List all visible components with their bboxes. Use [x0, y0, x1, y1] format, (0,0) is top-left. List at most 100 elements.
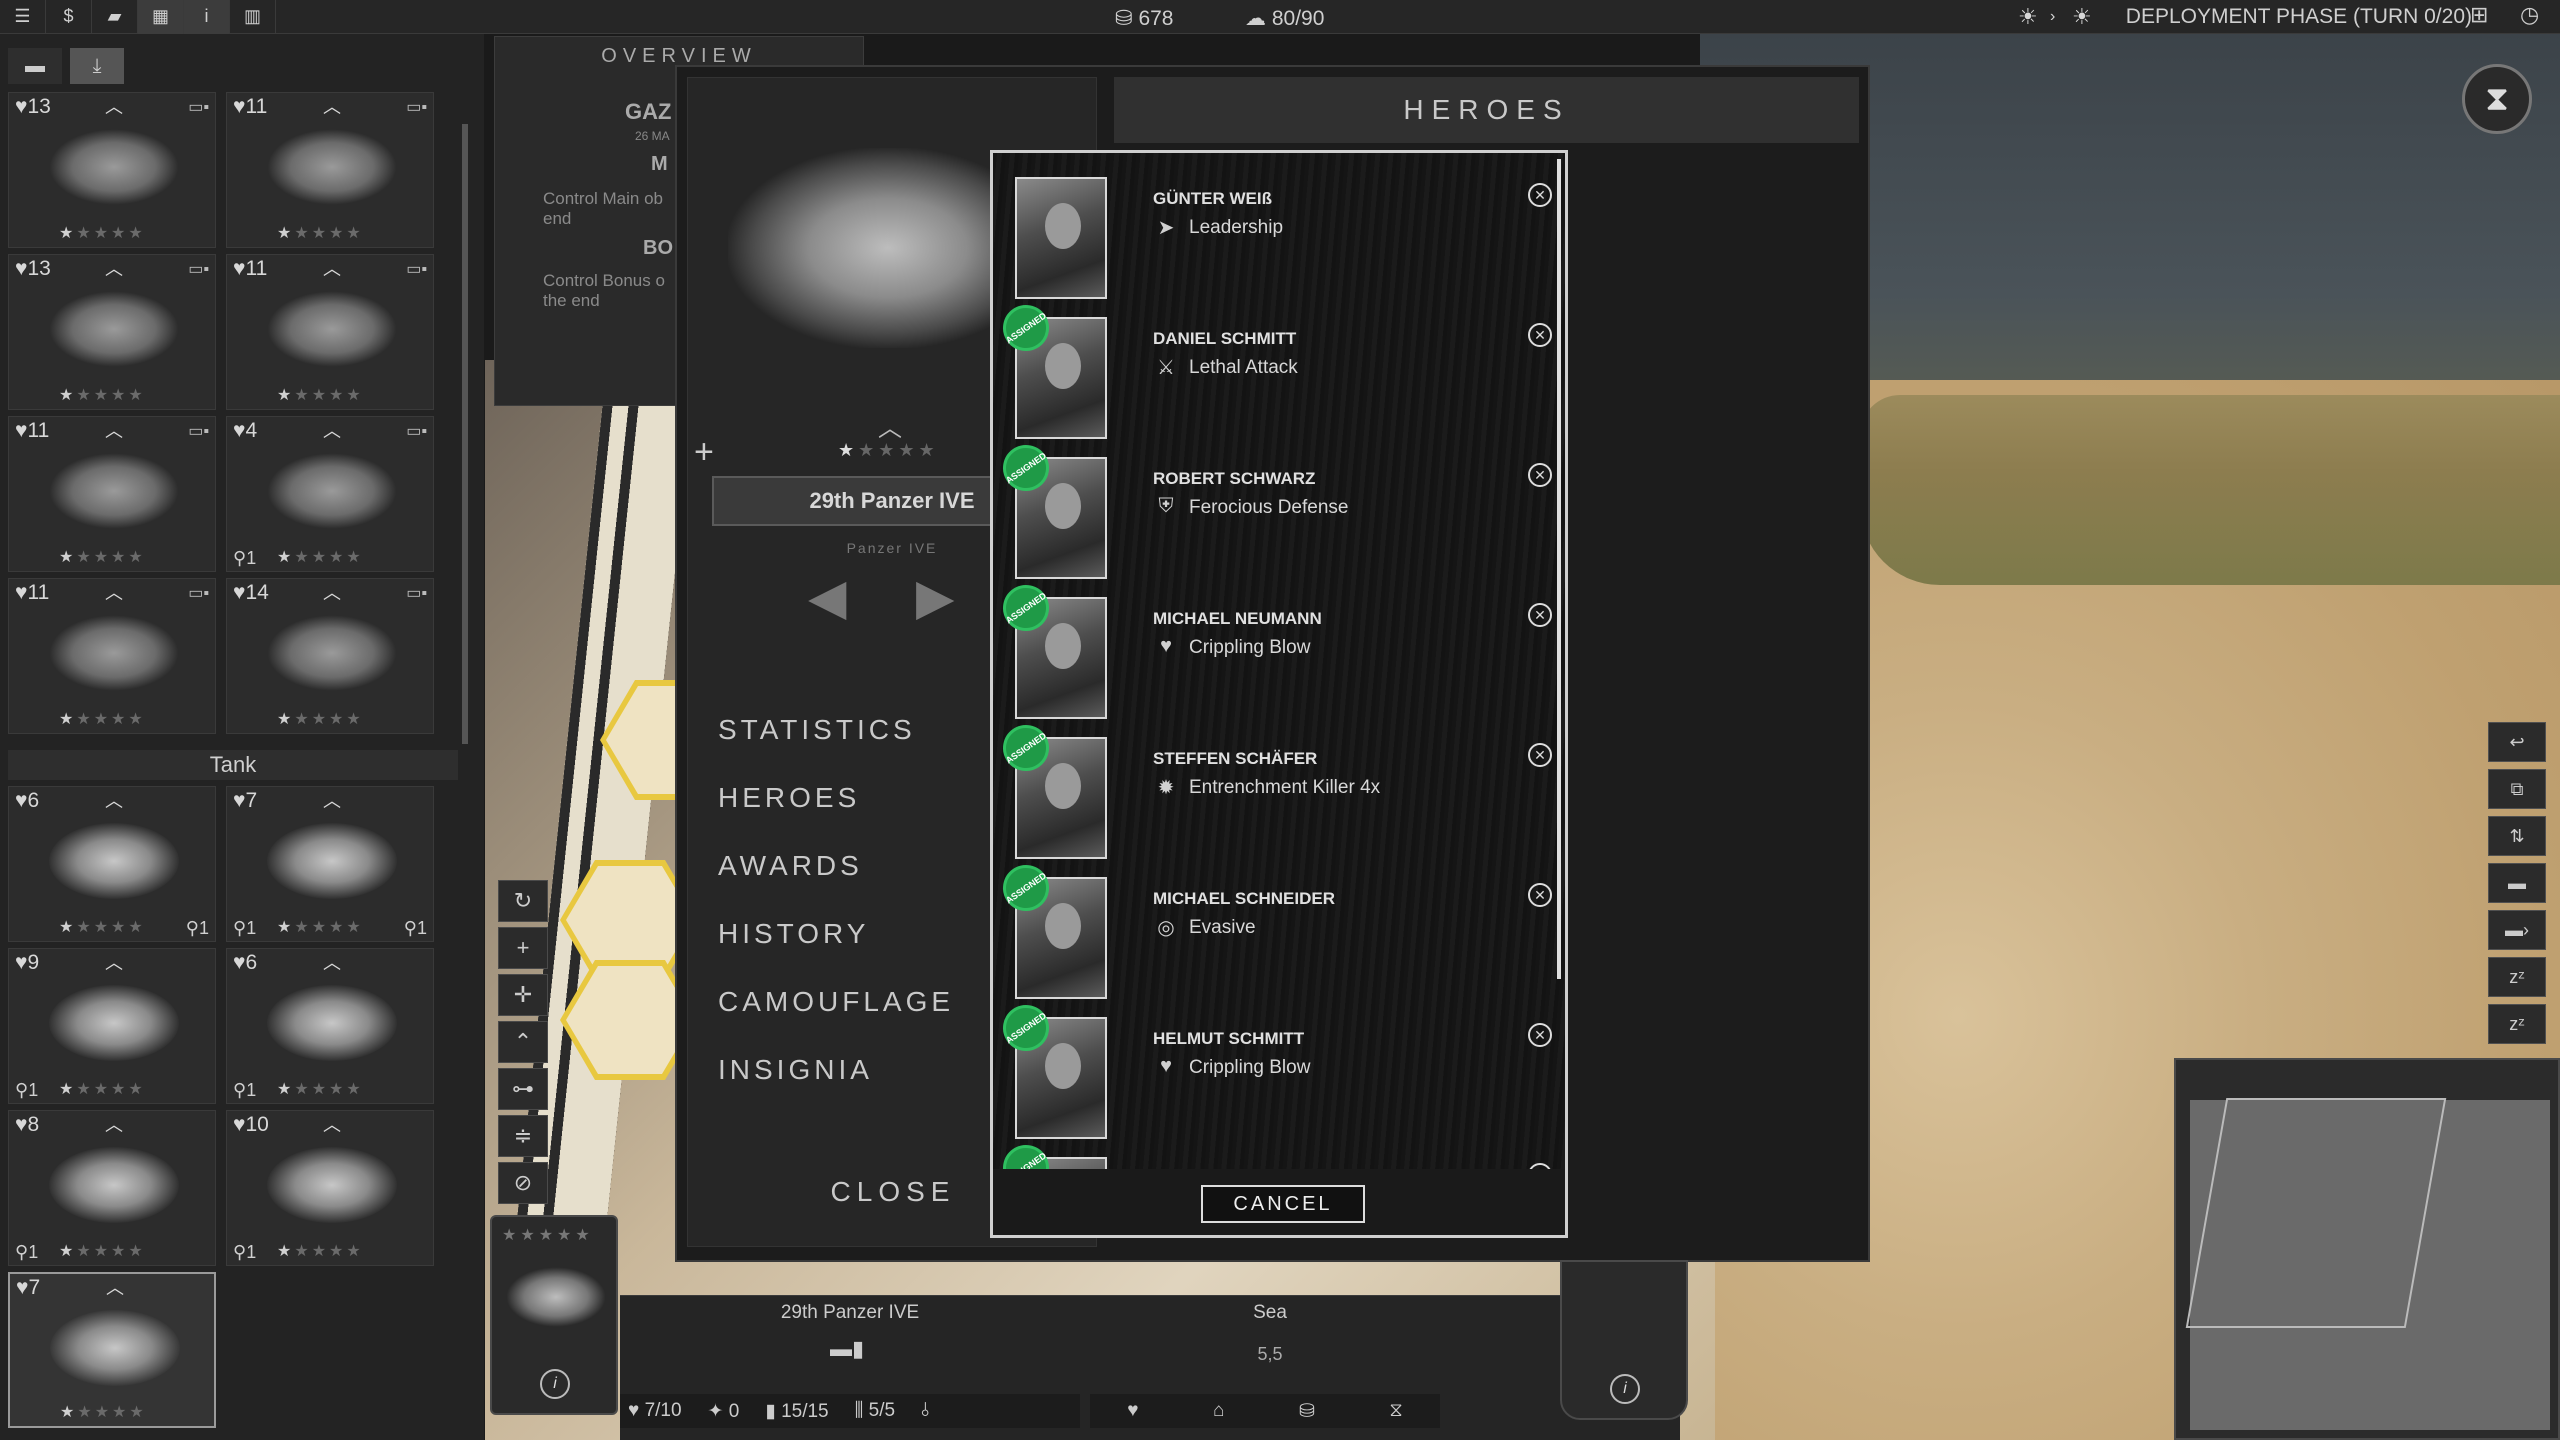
hero-row[interactable]: GÜNTER WEIß ➤ Leadership ✕ — [993, 167, 1553, 307]
infantry-unit-card[interactable]: ♥11 ︿ ▭▪ ★★★★★ — [226, 254, 434, 410]
swap-icon[interactable]: ⇅ — [2488, 816, 2546, 856]
add-icon[interactable]: + — [498, 927, 548, 969]
menu-camouflage[interactable]: CAMOUFLAGE — [718, 986, 954, 1018]
infantry-unit-card[interactable]: ♥14 ︿ ▭▪ ★★★★★ — [226, 578, 434, 734]
sleep-icon[interactable]: zᶻ — [2488, 957, 2546, 997]
ammo-value: 15/15 — [781, 1400, 829, 1422]
tank-unit-card[interactable]: ♥6 ︿ ⚲1 ★★★★★ — [226, 948, 434, 1104]
layers-icon[interactable]: ⧉ — [2488, 769, 2546, 809]
tank-filter-icon[interactable]: ▬ — [8, 48, 62, 84]
hero-row[interactable]: ASSIGNED ROBERT SCHWARZ ⛨ Ferocious Defense… — [993, 435, 1553, 587]
tank-unit-card[interactable]: ♥6 ︿ ⚲1 ★★★★★ — [8, 786, 216, 942]
undo-arrow-icon[interactable]: ↩ — [2488, 722, 2546, 762]
category-header: Tank — [8, 750, 458, 780]
chevron-right-icon: › — [2050, 8, 2056, 25]
minimize-icon[interactable]: ⊞ — [2470, 2, 2488, 28]
crippling-blow-icon: ♥ — [1160, 635, 1172, 657]
tank-unit-card[interactable]: ♥9 ︿ ⚲1 ★★★★★ — [8, 948, 216, 1104]
infantry-icon — [49, 615, 179, 691]
infantry-unit-card[interactable]: ♥11 ︿ ▭▪ ★★★★★ — [8, 416, 216, 572]
minimap[interactable] — [2174, 1058, 2560, 1440]
previous-unit-arrow-icon[interactable]: ◀ — [808, 568, 846, 626]
menu-awards[interactable]: AWARDS — [718, 850, 863, 882]
end-turn-hourglass-icon[interactable]: ⧗ — [2462, 64, 2532, 134]
tank-icon[interactable]: ▬ — [2488, 863, 2546, 903]
unit-hp: ♥6 — [15, 789, 40, 812]
tank-unit-card[interactable]: ♥7 ︿ ⚲1 ⚲1 ★★★★★ — [226, 786, 434, 942]
truck-icon: ▭▪ — [188, 261, 209, 278]
next-unit-arrow-icon[interactable]: ▶ — [916, 568, 954, 626]
hero-row[interactable]: ASSIGNED MICHAEL SCHNEIDER ◎ Evasive ✕ — [993, 855, 1553, 1007]
unit-hp: ♥14 — [233, 581, 269, 604]
remove-hero-icon[interactable]: ✕ — [1528, 1023, 1552, 1047]
hero-skill: Ferocious Defense — [1189, 497, 1349, 518]
chat-icon[interactable]: ▰ — [92, 0, 138, 34]
hero-row[interactable]: ASSIGNED DANIEL SCHMITT ⚔ Lethal Attack ✕ — [993, 295, 1553, 447]
clock-icon[interactable]: ◷ — [2520, 2, 2539, 28]
minimap-viewport[interactable] — [2185, 1098, 2447, 1328]
unit-hp: ♥11 — [15, 581, 50, 604]
info-icon[interactable]: i — [1610, 1374, 1640, 1404]
main-objective-label: M — [651, 153, 668, 175]
remove-hero-icon[interactable]: ✕ — [1528, 323, 1552, 347]
tank-icon — [50, 1310, 180, 1386]
remove-hero-icon[interactable]: ✕ — [1528, 743, 1552, 767]
menu-history[interactable]: HISTORY — [718, 918, 869, 950]
chevron-up-icon: ︿ — [105, 1115, 123, 1135]
reinforce-icon[interactable]: ✛ — [498, 974, 548, 1016]
tank-unit-card[interactable]: ♥7 ︿ ★★★★★ — [8, 1272, 216, 1428]
tank-unit-card[interactable]: ♥10 ︿ ⚲1 ★★★★★ — [226, 1110, 434, 1266]
upgrade-icon[interactable]: ⌃ — [498, 1021, 548, 1063]
hero-row[interactable]: ASSIGNED MICHAEL NEUMANN ♥ Crippling Blow ✕ — [993, 575, 1553, 727]
disband-icon[interactable]: ⊘ — [498, 1162, 548, 1204]
chevron-up-icon: ︿ — [323, 421, 341, 441]
cancel-button[interactable]: CANCEL — [1201, 1185, 1365, 1223]
infantry-icon — [267, 129, 397, 205]
info-icon[interactable]: i — [184, 0, 230, 34]
hero-row[interactable]: ASSIGNED HELMUT SCHMITT ♥ Crippling Blow ✕ — [993, 995, 1553, 1147]
menu-icon[interactable]: ☰ — [0, 0, 46, 34]
hero-name: ROBERT SCHWARZ — [1153, 469, 1316, 488]
heroes-scrollbar[interactable] — [1557, 159, 1561, 979]
fuel-value: 5/5 — [868, 1400, 896, 1421]
chart-icon[interactable]: ▥ — [230, 0, 276, 34]
infantry-unit-card[interactable]: ♥11 ︿ ▭▪ ★★★★★ — [226, 92, 434, 248]
remove-hero-icon[interactable]: ✕ — [1528, 883, 1552, 907]
infantry-unit-card[interactable]: ♥11 ︿ ▭▪ ★★★★★ — [8, 578, 216, 734]
hero-row[interactable]: ASSIGNED STEFFEN SCHÄFER ✹ Entrenchment Kil… — [993, 715, 1553, 867]
menu-heroes[interactable]: HEROES — [718, 782, 860, 814]
tank-icon — [49, 823, 179, 899]
unit-stars: ★★★★★ — [277, 1081, 364, 1098]
terrain-stats-row: ♥ ⌂ ⛁ ⧖ — [1090, 1394, 1440, 1428]
add-icon[interactable]: + — [694, 433, 714, 472]
selected-unit-badge[interactable]: ★★★★★ i — [490, 1215, 618, 1415]
evasive-icon: ◎ — [1157, 917, 1175, 939]
infantry-unit-card[interactable]: ♥13 ︿ ▭▪ ★★★★★ — [8, 254, 216, 410]
sleep-all-icon[interactable]: zᶻ — [2488, 1004, 2546, 1044]
grid-icon[interactable]: ▦ — [138, 0, 184, 34]
next-tank-icon[interactable]: ▬› — [2488, 910, 2546, 950]
tank-icon: ▬▮ — [830, 1336, 865, 1361]
unit-stars: ★★★★★ — [838, 440, 939, 460]
menu-statistics[interactable]: STATISTICS — [718, 714, 916, 746]
remove-hero-icon[interactable]: ✕ — [1528, 603, 1552, 627]
hex-coordinate: 5,5 — [1257, 1344, 1283, 1364]
info-icon[interactable]: i — [540, 1369, 570, 1399]
undo-icon[interactable]: ↻ — [498, 880, 548, 922]
map-coast — [1860, 395, 2560, 585]
unit-list-scrollbar[interactable] — [462, 124, 468, 744]
infantry-unit-card[interactable]: ♥4 ︿ ▭▪ ⚲1 ★★★★★ — [226, 416, 434, 572]
menu-insignia[interactable]: INSIGNIA — [718, 1054, 873, 1086]
merge-icon[interactable]: ≑ — [498, 1115, 548, 1157]
tank-unit-card[interactable]: ♥8 ︿ ⚲1 ★★★★★ — [8, 1110, 216, 1266]
remove-hero-icon[interactable]: ✕ — [1528, 463, 1552, 487]
transport-icon[interactable]: ⊶ — [498, 1068, 548, 1110]
unit-counter: ☁ 80/90 — [1245, 7, 1325, 30]
unit-crew: ⚲1 — [233, 548, 257, 568]
download-icon[interactable]: ⤓ — [70, 48, 124, 84]
remove-hero-icon[interactable]: ✕ — [1528, 183, 1552, 207]
dollar-icon[interactable]: $ — [46, 0, 92, 34]
infantry-icon — [267, 453, 397, 529]
hero-skill: Leadership — [1189, 217, 1284, 238]
infantry-unit-card[interactable]: ♥13 ︿ ▭▪ ★★★★★ — [8, 92, 216, 248]
